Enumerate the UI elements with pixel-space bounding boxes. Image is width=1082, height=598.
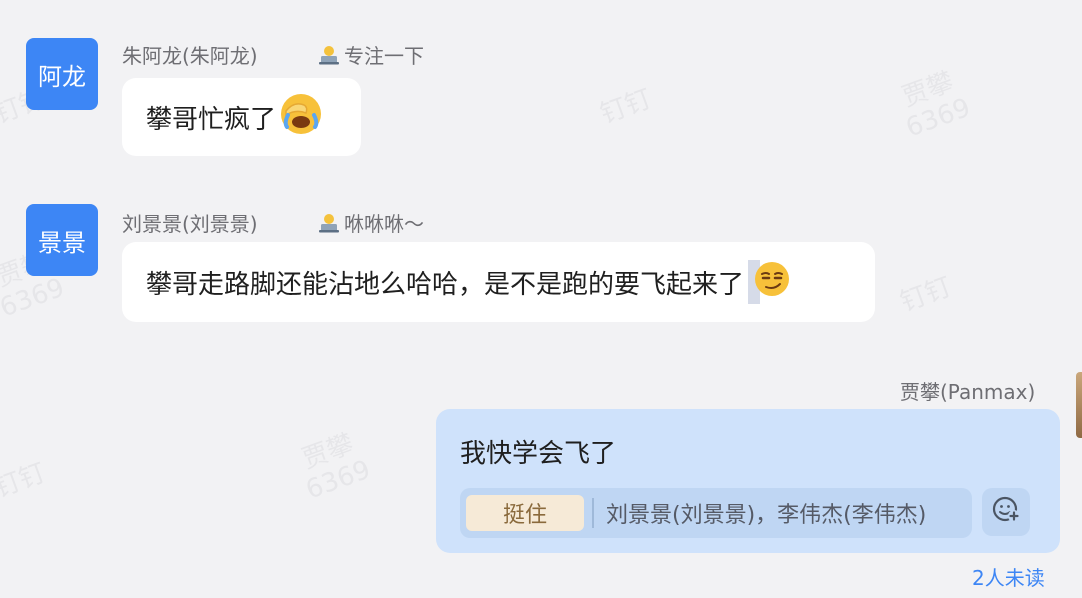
message-bubble[interactable]: 攀哥忙疯了 — [122, 78, 361, 156]
message-text: 攀哥忙疯了 — [146, 104, 277, 135]
laptop-person-icon — [318, 44, 340, 66]
reaction-label: 挺住 — [502, 503, 547, 528]
laptop-person-icon — [318, 212, 340, 234]
reaction-button[interactable]: 挺住 — [466, 495, 584, 531]
status-text: 咻咻咻～ — [344, 212, 424, 236]
self-sender-name[interactable]: 贾攀(Panmax) — [900, 376, 1035, 405]
read-status[interactable]: 2人未读 — [972, 562, 1045, 591]
watermark-app: 钉钉 — [596, 84, 656, 130]
divider — [592, 498, 594, 528]
watermark-app: 钉钉 — [896, 272, 956, 318]
smirk-face-icon — [752, 259, 792, 306]
self-message-bubble[interactable]: 我快学会飞了 挺住 刘景景(刘景景)，李伟杰(李伟杰) — [436, 409, 1060, 553]
message-text: 我快学会飞了 — [460, 439, 617, 469]
avatar-label: 景景 — [38, 228, 86, 257]
self-avatar[interactable] — [1076, 372, 1082, 438]
add-reaction-button[interactable] — [982, 488, 1030, 536]
message-bubble[interactable]: 攀哥走路脚还能沾地么哈哈，是不是跑的要飞起来了 — [122, 242, 875, 322]
message-text: 攀哥走路脚还能沾地么哈哈，是不是跑的要飞起来了 — [146, 269, 745, 300]
user-status: 咻咻咻～ — [318, 208, 424, 237]
watermark-app: 钉钉 — [0, 458, 50, 504]
avatar[interactable]: 景景 — [26, 204, 98, 276]
face-palm-crying-icon — [278, 91, 324, 144]
avatar-label: 阿龙 — [38, 62, 86, 91]
reaction-bar[interactable]: 挺住 刘景景(刘景景)，李伟杰(李伟杰) — [460, 488, 972, 538]
watermark-user: 贾攀6369 — [298, 428, 375, 506]
reaction-users[interactable]: 刘景景(刘景景)，李伟杰(李伟杰) — [606, 497, 926, 529]
sender-name[interactable]: 刘景景(刘景景) — [122, 208, 258, 237]
sender-name[interactable]: 朱阿龙(朱阿龙) — [122, 40, 258, 69]
avatar[interactable]: 阿龙 — [26, 38, 98, 110]
user-status: 专注一下 — [318, 40, 424, 69]
add-emoji-icon — [991, 494, 1021, 531]
status-text: 专注一下 — [344, 44, 424, 68]
watermark-user: 贾攀6369 — [898, 66, 975, 144]
